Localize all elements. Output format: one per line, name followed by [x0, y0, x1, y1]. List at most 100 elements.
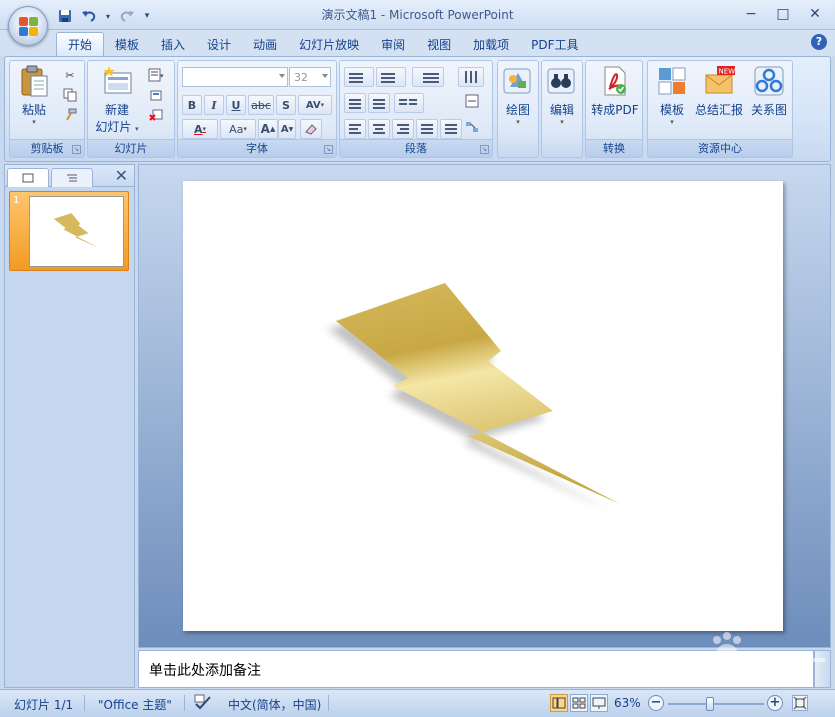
- slide-thumbnail-1[interactable]: 1: [9, 191, 129, 271]
- justify-button[interactable]: [416, 119, 438, 139]
- to-pdf-button[interactable]: 转成PDF: [588, 65, 642, 118]
- tab-animation[interactable]: 动画: [242, 32, 288, 56]
- clipboard-launcher-icon[interactable]: ↘: [72, 145, 81, 154]
- editing-label: 编辑: [549, 103, 574, 117]
- format-painter-icon[interactable]: [62, 107, 78, 123]
- save-icon[interactable]: [56, 7, 74, 25]
- slide-sorter-button[interactable]: [570, 694, 588, 712]
- smartart-convert-icon[interactable]: [464, 119, 480, 135]
- shrink-font-button[interactable]: A ▼: [278, 119, 296, 139]
- grow-font-button[interactable]: A ▲: [258, 119, 278, 139]
- summary-report-label: 总结汇报: [694, 103, 743, 117]
- text-shadow-button[interactable]: S: [276, 95, 296, 115]
- undo-dropdown-icon[interactable]: ▾: [104, 7, 112, 25]
- fit-to-window-button[interactable]: [792, 695, 808, 711]
- new-slide-label-2: 幻灯片 ▾: [95, 120, 139, 134]
- distributed-button[interactable]: [440, 119, 462, 139]
- undo-icon[interactable]: [80, 7, 98, 25]
- window-controls: − □ ✕: [735, 3, 831, 25]
- thumbnail-lightning-bolt-icon: [53, 213, 100, 248]
- tab-home[interactable]: 开始: [56, 32, 105, 56]
- align-right-button[interactable]: [392, 119, 414, 139]
- zoom-level[interactable]: 63%: [614, 696, 641, 710]
- maximize-button[interactable]: □: [767, 3, 799, 25]
- close-panel-icon[interactable]: ✕: [115, 166, 128, 185]
- bold-button[interactable]: B: [182, 95, 202, 115]
- font-size-combo[interactable]: 32: [289, 67, 331, 87]
- spell-check-icon[interactable]: [194, 694, 212, 713]
- font-color-button[interactable]: A ▾: [182, 119, 218, 139]
- change-case-button[interactable]: Aa ▾: [220, 119, 256, 139]
- fit-window-icon: [793, 696, 807, 710]
- redo-icon[interactable]: [118, 7, 136, 25]
- bullets-button[interactable]: [344, 67, 374, 87]
- underline-button[interactable]: U: [226, 95, 246, 115]
- tab-review[interactable]: 审阅: [370, 32, 416, 56]
- status-bar: 幻灯片 1/1 "Office 主题" 中文(简体，中国) 63% − +: [0, 689, 835, 717]
- columns-button[interactable]: [394, 93, 424, 113]
- paste-button[interactable]: 粘贴 ▾: [16, 65, 52, 126]
- font-launcher-icon[interactable]: ↘: [324, 145, 333, 154]
- outline-tab-icon: [67, 174, 77, 182]
- layout-icon[interactable]: ▾: [148, 67, 164, 83]
- font-name-combo[interactable]: [182, 67, 288, 87]
- editing-button[interactable]: 编辑 ▾: [546, 65, 578, 126]
- close-button[interactable]: ✕: [799, 3, 831, 25]
- align-center-button[interactable]: [368, 119, 390, 139]
- delete-slide-icon[interactable]: [148, 107, 164, 123]
- office-logo-icon: [19, 17, 39, 37]
- decrease-indent-button[interactable]: [344, 93, 366, 113]
- zoom-out-button[interactable]: −: [648, 695, 664, 711]
- strikethrough-button[interactable]: abc: [248, 95, 274, 115]
- normal-view-button[interactable]: [550, 694, 568, 712]
- outline-tab[interactable]: [51, 168, 93, 187]
- clear-format-button[interactable]: [300, 119, 322, 139]
- zoom-slider[interactable]: [668, 697, 764, 711]
- zoom-in-button[interactable]: +: [767, 695, 783, 711]
- char-spacing-button[interactable]: AV ▾: [298, 95, 332, 115]
- help-icon[interactable]: ?: [811, 34, 827, 50]
- template-button[interactable]: 模板 ▾: [652, 65, 692, 126]
- quick-access-toolbar: ▾ ▾: [56, 6, 152, 26]
- reset-slide-icon[interactable]: [148, 87, 164, 103]
- tab-view[interactable]: 视图: [416, 32, 462, 56]
- notes-scrollbar[interactable]: [814, 650, 831, 688]
- tab-slideshow[interactable]: 幻灯片放映: [288, 32, 370, 56]
- group-paragraph: 段落 ↘: [339, 60, 493, 158]
- relation-chart-icon: [753, 65, 785, 97]
- office-button[interactable]: [8, 6, 48, 46]
- new-slide-label-1: 新建: [104, 103, 129, 117]
- cut-icon[interactable]: ✂: [62, 67, 78, 83]
- lightning-bolt-shape[interactable]: [183, 181, 783, 631]
- numbering-button[interactable]: [376, 67, 406, 87]
- customize-qat-icon[interactable]: ▾: [142, 7, 152, 25]
- zoom-slider-thumb[interactable]: [706, 697, 715, 711]
- tab-pdf-tools[interactable]: PDF工具: [520, 32, 589, 56]
- tab-insert[interactable]: 插入: [150, 32, 196, 56]
- current-slide[interactable]: [183, 181, 783, 631]
- relation-chart-button[interactable]: 关系图: [748, 65, 790, 118]
- drawing-button[interactable]: 绘图 ▾: [502, 65, 534, 126]
- ribbon: 粘贴 ▾ ✂ 剪贴板 ↘ 新建 幻灯片 ▾ ▾ 幻灯片 32 B I U abc…: [4, 56, 831, 162]
- line-spacing-button[interactable]: [412, 67, 444, 87]
- notes-pane[interactable]: 单击此处添加备注: [138, 650, 814, 688]
- group-font: 32 B I U abc S AV ▾ A ▾ Aa ▾ A ▲ A ▼ 字体 ↘: [177, 60, 337, 158]
- align-text-icon[interactable]: [464, 93, 480, 109]
- slideshow-view-button[interactable]: [590, 694, 608, 712]
- summary-report-button[interactable]: NEW 总结汇报: [692, 65, 746, 118]
- group-convert: 转成PDF 转换: [585, 60, 643, 158]
- tab-addins[interactable]: 加载项: [462, 32, 520, 56]
- paragraph-launcher-icon[interactable]: ↘: [480, 145, 489, 154]
- text-direction-button[interactable]: [458, 67, 484, 87]
- tab-template[interactable]: 模板: [104, 32, 150, 56]
- increase-indent-button[interactable]: [368, 93, 390, 113]
- italic-button[interactable]: I: [204, 95, 224, 115]
- tab-design[interactable]: 设计: [196, 32, 242, 56]
- new-slide-button[interactable]: 新建 幻灯片 ▾: [92, 65, 142, 135]
- slides-tab[interactable]: [7, 168, 49, 187]
- editing-dropdown-icon: ▾: [560, 118, 564, 126]
- paste-icon: [18, 65, 50, 97]
- copy-icon[interactable]: [62, 87, 78, 103]
- align-left-button[interactable]: [344, 119, 366, 139]
- minimize-button[interactable]: −: [735, 3, 767, 25]
